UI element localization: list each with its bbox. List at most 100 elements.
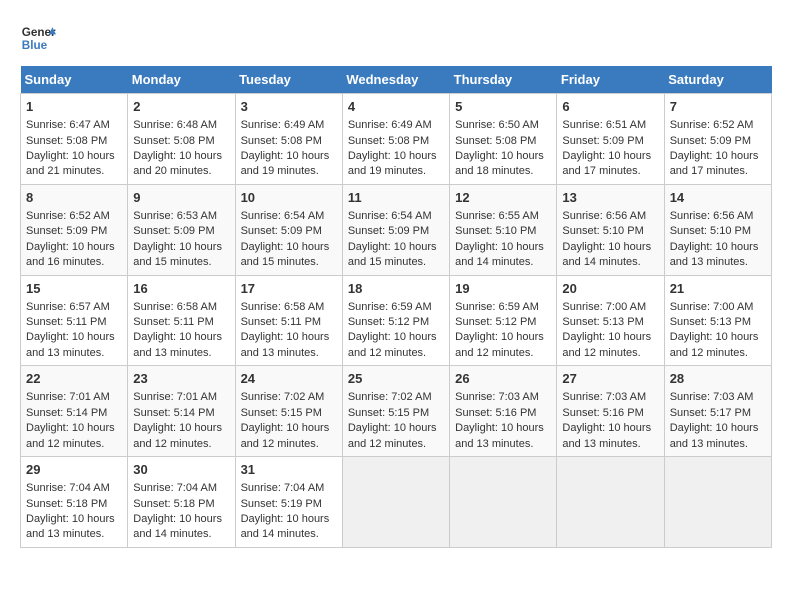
cell-line: Sunrise: 6:54 AM xyxy=(348,209,444,224)
cell-line: and 12 minutes. xyxy=(133,437,229,452)
cell-line: and 12 minutes. xyxy=(670,346,766,361)
calendar-cell: 14Sunrise: 6:56 AMSunset: 5:10 PMDayligh… xyxy=(664,184,771,275)
cell-line: Sunrise: 6:57 AM xyxy=(26,300,122,315)
cell-line: and 12 minutes. xyxy=(348,346,444,361)
cell-line: and 21 minutes. xyxy=(26,164,122,179)
day-number: 26 xyxy=(455,370,551,388)
cell-line: Daylight: 10 hours xyxy=(348,149,444,164)
calendar-cell: 15Sunrise: 6:57 AMSunset: 5:11 PMDayligh… xyxy=(21,275,128,366)
cell-line: Sunset: 5:09 PM xyxy=(670,134,766,149)
cell-line: Daylight: 10 hours xyxy=(670,421,766,436)
cell-line: and 14 minutes. xyxy=(241,527,337,542)
day-number: 7 xyxy=(670,98,766,116)
cell-line: and 19 minutes. xyxy=(241,164,337,179)
cell-line: Sunrise: 7:01 AM xyxy=(133,390,229,405)
cell-line: Sunset: 5:14 PM xyxy=(133,406,229,421)
cell-line: and 15 minutes. xyxy=(133,255,229,270)
cell-line: Sunrise: 6:58 AM xyxy=(133,300,229,315)
cell-line: Sunrise: 7:02 AM xyxy=(348,390,444,405)
day-number: 10 xyxy=(241,189,337,207)
calendar-week-3: 15Sunrise: 6:57 AMSunset: 5:11 PMDayligh… xyxy=(21,275,772,366)
cell-line: Sunrise: 7:04 AM xyxy=(241,481,337,496)
cell-line: and 19 minutes. xyxy=(348,164,444,179)
cell-line: Sunset: 5:08 PM xyxy=(348,134,444,149)
calendar-cell xyxy=(557,457,664,548)
day-number: 12 xyxy=(455,189,551,207)
cell-line: Daylight: 10 hours xyxy=(241,149,337,164)
calendar-cell: 18Sunrise: 6:59 AMSunset: 5:12 PMDayligh… xyxy=(342,275,449,366)
calendar-cell: 12Sunrise: 6:55 AMSunset: 5:10 PMDayligh… xyxy=(450,184,557,275)
cell-line: Daylight: 10 hours xyxy=(241,240,337,255)
cell-line: Sunset: 5:11 PM xyxy=(241,315,337,330)
cell-line: Daylight: 10 hours xyxy=(348,421,444,436)
day-number: 11 xyxy=(348,189,444,207)
cell-line: Sunset: 5:13 PM xyxy=(670,315,766,330)
day-number: 18 xyxy=(348,280,444,298)
cell-line: Sunrise: 6:58 AM xyxy=(241,300,337,315)
cell-line: Sunset: 5:09 PM xyxy=(133,224,229,239)
calendar-cell: 6Sunrise: 6:51 AMSunset: 5:09 PMDaylight… xyxy=(557,94,664,185)
cell-line: Daylight: 10 hours xyxy=(133,149,229,164)
cell-line: Sunset: 5:10 PM xyxy=(455,224,551,239)
day-number: 6 xyxy=(562,98,658,116)
cell-line: Sunset: 5:16 PM xyxy=(562,406,658,421)
day-number: 28 xyxy=(670,370,766,388)
cell-line: Sunrise: 7:00 AM xyxy=(562,300,658,315)
calendar-cell: 11Sunrise: 6:54 AMSunset: 5:09 PMDayligh… xyxy=(342,184,449,275)
cell-line: Sunset: 5:12 PM xyxy=(348,315,444,330)
cell-line: and 13 minutes. xyxy=(26,346,122,361)
calendar-cell: 29Sunrise: 7:04 AMSunset: 5:18 PMDayligh… xyxy=(21,457,128,548)
cell-line: Sunset: 5:19 PM xyxy=(241,497,337,512)
cell-line: Sunrise: 6:49 AM xyxy=(348,118,444,133)
day-number: 9 xyxy=(133,189,229,207)
cell-line: Daylight: 10 hours xyxy=(670,330,766,345)
cell-line: and 17 minutes. xyxy=(562,164,658,179)
day-header-tuesday: Tuesday xyxy=(235,66,342,94)
cell-line: and 12 minutes. xyxy=(562,346,658,361)
cell-line: and 13 minutes. xyxy=(670,437,766,452)
calendar-week-1: 1Sunrise: 6:47 AMSunset: 5:08 PMDaylight… xyxy=(21,94,772,185)
cell-line: Sunrise: 6:53 AM xyxy=(133,209,229,224)
calendar-cell: 26Sunrise: 7:03 AMSunset: 5:16 PMDayligh… xyxy=(450,366,557,457)
day-number: 23 xyxy=(133,370,229,388)
day-number: 20 xyxy=(562,280,658,298)
calendar-cell: 27 Sunrise: 7:03 AMSunset: 5:16 PMDayligh… xyxy=(557,366,664,457)
cell-line: Sunset: 5:08 PM xyxy=(133,134,229,149)
day-number: 27 xyxy=(562,370,658,388)
cell-line: Daylight: 10 hours xyxy=(562,421,658,436)
day-number: 1 xyxy=(26,98,122,116)
cell-line: Sunrise: 6:59 AM xyxy=(348,300,444,315)
calendar-cell: 7Sunrise: 6:52 AMSunset: 5:09 PMDaylight… xyxy=(664,94,771,185)
day-header-thursday: Thursday xyxy=(450,66,557,94)
cell-line: Daylight: 10 hours xyxy=(133,421,229,436)
cell-line: and 15 minutes. xyxy=(241,255,337,270)
calendar-cell: 9Sunrise: 6:53 AMSunset: 5:09 PMDaylight… xyxy=(128,184,235,275)
cell-line: Daylight: 10 hours xyxy=(348,240,444,255)
calendar-cell: 23 Sunrise: 7:01 AMSunset: 5:14 PMDayligh… xyxy=(128,366,235,457)
calendar-cell: 30Sunrise: 7:04 AMSunset: 5:18 PMDayligh… xyxy=(128,457,235,548)
calendar-cell: 1Sunrise: 6:47 AMSunset: 5:08 PMDaylight… xyxy=(21,94,128,185)
cell-line: Sunset: 5:10 PM xyxy=(562,224,658,239)
cell-line: Daylight: 10 hours xyxy=(455,149,551,164)
calendar-cell: 2Sunrise: 6:48 AMSunset: 5:08 PMDaylight… xyxy=(128,94,235,185)
cell-line: and 16 minutes. xyxy=(26,255,122,270)
cell-line: Sunrise: 7:03 AM xyxy=(562,390,658,405)
calendar-cell: 10Sunrise: 6:54 AMSunset: 5:09 PMDayligh… xyxy=(235,184,342,275)
cell-line: and 13 minutes. xyxy=(670,255,766,270)
cell-line: and 13 minutes. xyxy=(562,437,658,452)
cell-line: Sunset: 5:09 PM xyxy=(562,134,658,149)
cell-line: and 15 minutes. xyxy=(348,255,444,270)
day-number: 31 xyxy=(241,461,337,479)
cell-line: Daylight: 10 hours xyxy=(241,512,337,527)
cell-line: and 12 minutes. xyxy=(348,437,444,452)
calendar-week-5: 29Sunrise: 7:04 AMSunset: 5:18 PMDayligh… xyxy=(21,457,772,548)
cell-line: Sunrise: 7:04 AM xyxy=(133,481,229,496)
cell-line: and 13 minutes. xyxy=(26,527,122,542)
cell-line: Sunrise: 7:00 AM xyxy=(670,300,766,315)
calendar-header-row: SundayMondayTuesdayWednesdayThursdayFrid… xyxy=(21,66,772,94)
cell-line: Sunrise: 6:56 AM xyxy=(562,209,658,224)
calendar-cell: 25Sunrise: 7:02 AMSunset: 5:15 PMDayligh… xyxy=(342,366,449,457)
calendar-cell: 28Sunrise: 7:03 AMSunset: 5:17 PMDayligh… xyxy=(664,366,771,457)
cell-line: Sunrise: 6:50 AM xyxy=(455,118,551,133)
cell-line: Sunrise: 7:03 AM xyxy=(455,390,551,405)
